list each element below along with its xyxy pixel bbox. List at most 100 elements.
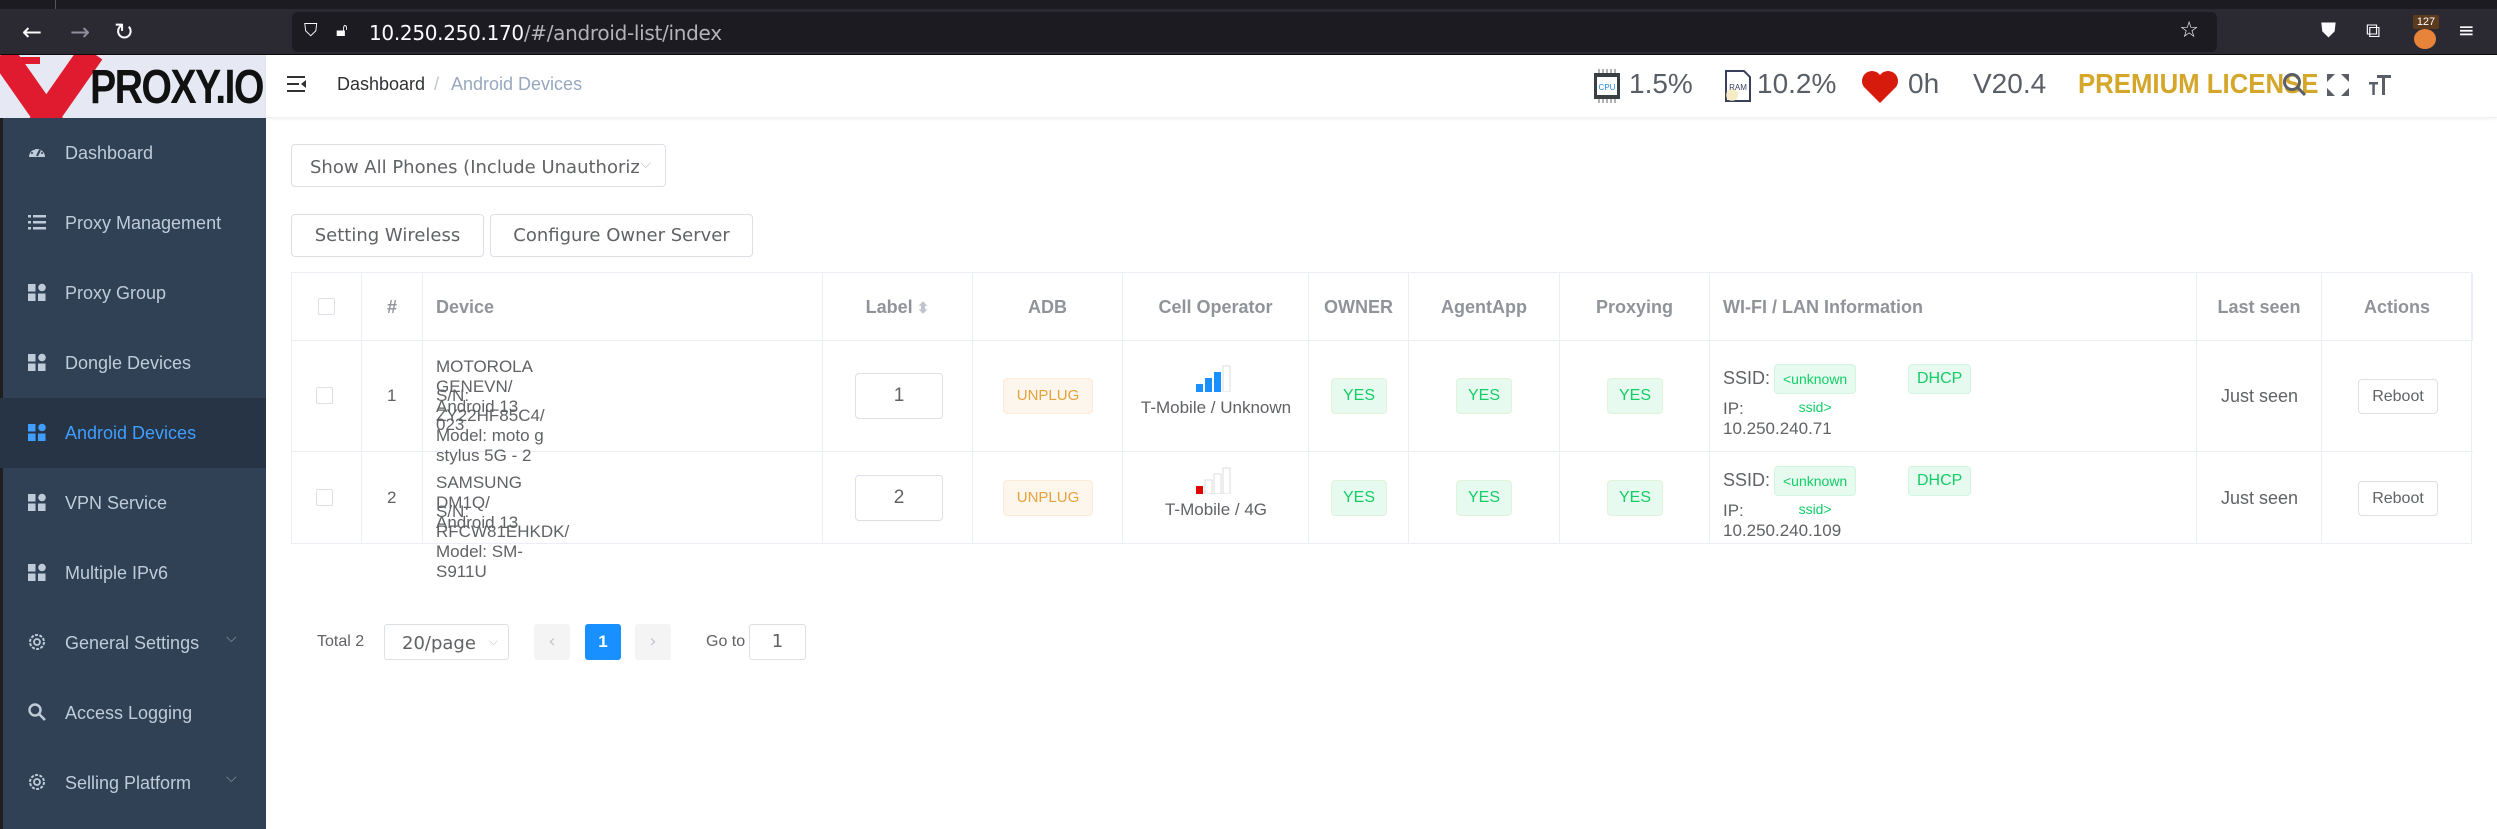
reboot-button[interactable]: Reboot — [2358, 481, 2438, 516]
sidebar-item-selling-platform[interactable]: Selling Platform ⌵ — [0, 748, 266, 818]
cell-operator-text: T-Mobile / 4G — [1164, 500, 1268, 519]
phone-filter-value: Show All Phones (Include Unauthoriz — [310, 157, 640, 178]
sidebar-item-label: Proxy Management — [65, 213, 222, 233]
ip-address: IP: 10.250.240.71 — [1723, 399, 1832, 438]
ram-usage: 10.2% — [1757, 68, 1837, 99]
ip-mode-tag: DHCP — [1908, 466, 1972, 496]
page-size-select[interactable]: 20/page ⌵ — [384, 624, 509, 660]
logo-text: PROXY.IO — [90, 61, 264, 114]
setting-wireless-button[interactable]: Setting Wireless — [291, 214, 484, 257]
extensions-icon[interactable]: ⧉ — [2366, 18, 2380, 42]
forward-icon[interactable]: → — [64, 17, 96, 47]
chevron-down-icon: ⌵ — [488, 634, 498, 648]
column-divider — [1709, 341, 1710, 451]
column-header-label: Label — [865, 297, 913, 317]
column-header-adb: ADB — [973, 273, 1123, 341]
chevron-down-icon: ⌵ — [226, 770, 237, 786]
back-icon[interactable]: ← — [16, 17, 48, 47]
column-header-label: Proxying — [1595, 297, 1674, 317]
phone-filter-select[interactable]: Show All Phones (Include Unauthoriz ⌵ — [291, 144, 666, 187]
sidebar-item-proxy-management[interactable]: Proxy Management — [0, 188, 266, 258]
column-header-last-seen: Last seen — [2197, 273, 2322, 341]
next-page-button[interactable]: › — [635, 624, 671, 660]
sidebar-item-label: Android Devices — [65, 423, 197, 443]
sidebar-item-dashboard[interactable]: Dashboard — [0, 118, 266, 188]
column-header-label: WI-FI / LAN Information — [1723, 297, 1923, 317]
sidebar-item-general-settings[interactable]: General Settings ⌵ — [0, 608, 266, 678]
reboot-button[interactable]: Reboot — [2358, 379, 2438, 414]
list-icon — [27, 212, 47, 232]
configure-owner-server-button[interactable]: Configure Owner Server — [490, 214, 753, 257]
prev-page-button[interactable]: ‹ — [534, 624, 570, 660]
goto-page-input[interactable]: 1 — [749, 624, 806, 660]
row-checkbox[interactable] — [316, 387, 333, 404]
signal-bar — [1205, 378, 1212, 392]
signal-bar — [1213, 473, 1222, 494]
column-header-owner: OWNER — [1309, 273, 1409, 341]
page-1-button[interactable]: 1 — [585, 624, 621, 660]
column-header-agentapp: AgentApp — [1409, 273, 1560, 341]
signal-bar — [1204, 479, 1213, 494]
gear-icon — [27, 772, 47, 792]
label-input[interactable]: 1 — [855, 373, 943, 419]
sidebar-item-label: Dongle Devices — [65, 353, 192, 373]
signal-bar — [1196, 486, 1203, 494]
sidebar-item-dongle-devices[interactable]: Dongle Devices — [0, 328, 266, 398]
sort-caret-icon[interactable]: ⬍ — [913, 300, 930, 317]
hamburger-toggle-icon[interactable] — [286, 73, 308, 95]
url-text[interactable]: 10.250.250.170/#/android-list/index — [369, 21, 722, 45]
breadcrumb-dashboard[interactable]: Dashboard — [337, 74, 425, 95]
row-checkbox[interactable] — [316, 489, 333, 506]
sidebar-item-access-logging[interactable]: Access Logging — [0, 678, 266, 748]
sidebar-item-proxy-group[interactable]: Proxy Group — [0, 258, 266, 328]
logo[interactable]: PROXY.IO — [0, 55, 266, 118]
column-divider — [422, 452, 423, 544]
page-size-value: 20/page — [402, 633, 476, 654]
column-header-label: Cell Operator — [1158, 297, 1273, 317]
column-divider — [822, 341, 823, 451]
reload-icon[interactable]: ↻ — [108, 17, 140, 47]
search-icon — [27, 702, 47, 722]
label-input[interactable]: 2 — [855, 475, 943, 521]
sidebar: Dashboard Proxy Management Proxy Group Dong… — [0, 118, 266, 829]
sidebar-item-label: VPN Service — [65, 493, 168, 513]
column-divider — [1559, 341, 1560, 451]
sidebar-item-android-devices[interactable]: Android Devices — [0, 398, 266, 468]
pocket-icon[interactable]: ⛊ — [2321, 18, 2336, 42]
column-divider — [822, 452, 823, 544]
column-header-select-all[interactable] — [292, 273, 362, 341]
last-seen: Just seen — [2220, 386, 2299, 406]
fullscreen-icon[interactable] — [2324, 71, 2352, 99]
android-devices-table: # Device Label ⬍ ADB Cell Operator OWNER Agent… — [291, 272, 2473, 581]
column-header-label[interactable]: Label ⬍ — [823, 273, 973, 341]
cell-operator-text: T-Mobile / Unknown — [1140, 398, 1292, 417]
sidebar-item-multiple-ipv6[interactable]: Multiple IPv6 — [0, 538, 266, 608]
sidebar-item-label: Proxy Group — [65, 283, 167, 303]
column-header-device: Device — [423, 273, 823, 341]
sidebar-item-label: Dashboard — [65, 143, 154, 163]
gear-icon — [27, 632, 47, 652]
column-header-proxying: Proxying — [1560, 273, 1710, 341]
row-divider — [292, 451, 2473, 452]
chevron-down-icon: ⌵ — [226, 630, 237, 646]
menu-icon[interactable]: ≡ — [2458, 18, 2475, 42]
shield-icon[interactable]: ⛉ — [304, 20, 318, 41]
sidebar-item-vpn-service[interactable]: VPN Service — [0, 468, 266, 538]
insecure-lock-icon[interactable]: 🔓︎ — [336, 20, 348, 41]
top-header: Dashboard / Android Devices CPU 1.5% RAM… — [266, 55, 2497, 118]
grid-icon — [27, 562, 47, 582]
extension-avatar-icon[interactable] — [2414, 29, 2436, 49]
svg-text:RAM: RAM — [1729, 83, 1747, 92]
search-icon[interactable] — [2281, 71, 2309, 99]
column-divider — [422, 341, 423, 451]
url-host: 10.250.250.170 — [369, 21, 524, 45]
column-header-label: Last seen — [2217, 297, 2301, 317]
font-size-icon[interactable] — [2366, 71, 2394, 99]
ip-mode-tag: DHCP — [1908, 364, 1972, 394]
url-bar[interactable]: ⛉ 🔓︎ 10.250.250.170/#/android-list/index… — [292, 12, 2217, 52]
select-all-checkbox[interactable] — [318, 298, 335, 315]
bookmark-star-icon[interactable]: ☆ — [2179, 18, 2199, 43]
grid-icon — [27, 352, 47, 372]
column-divider — [1308, 452, 1309, 544]
heart-icon — [1862, 71, 1898, 103]
